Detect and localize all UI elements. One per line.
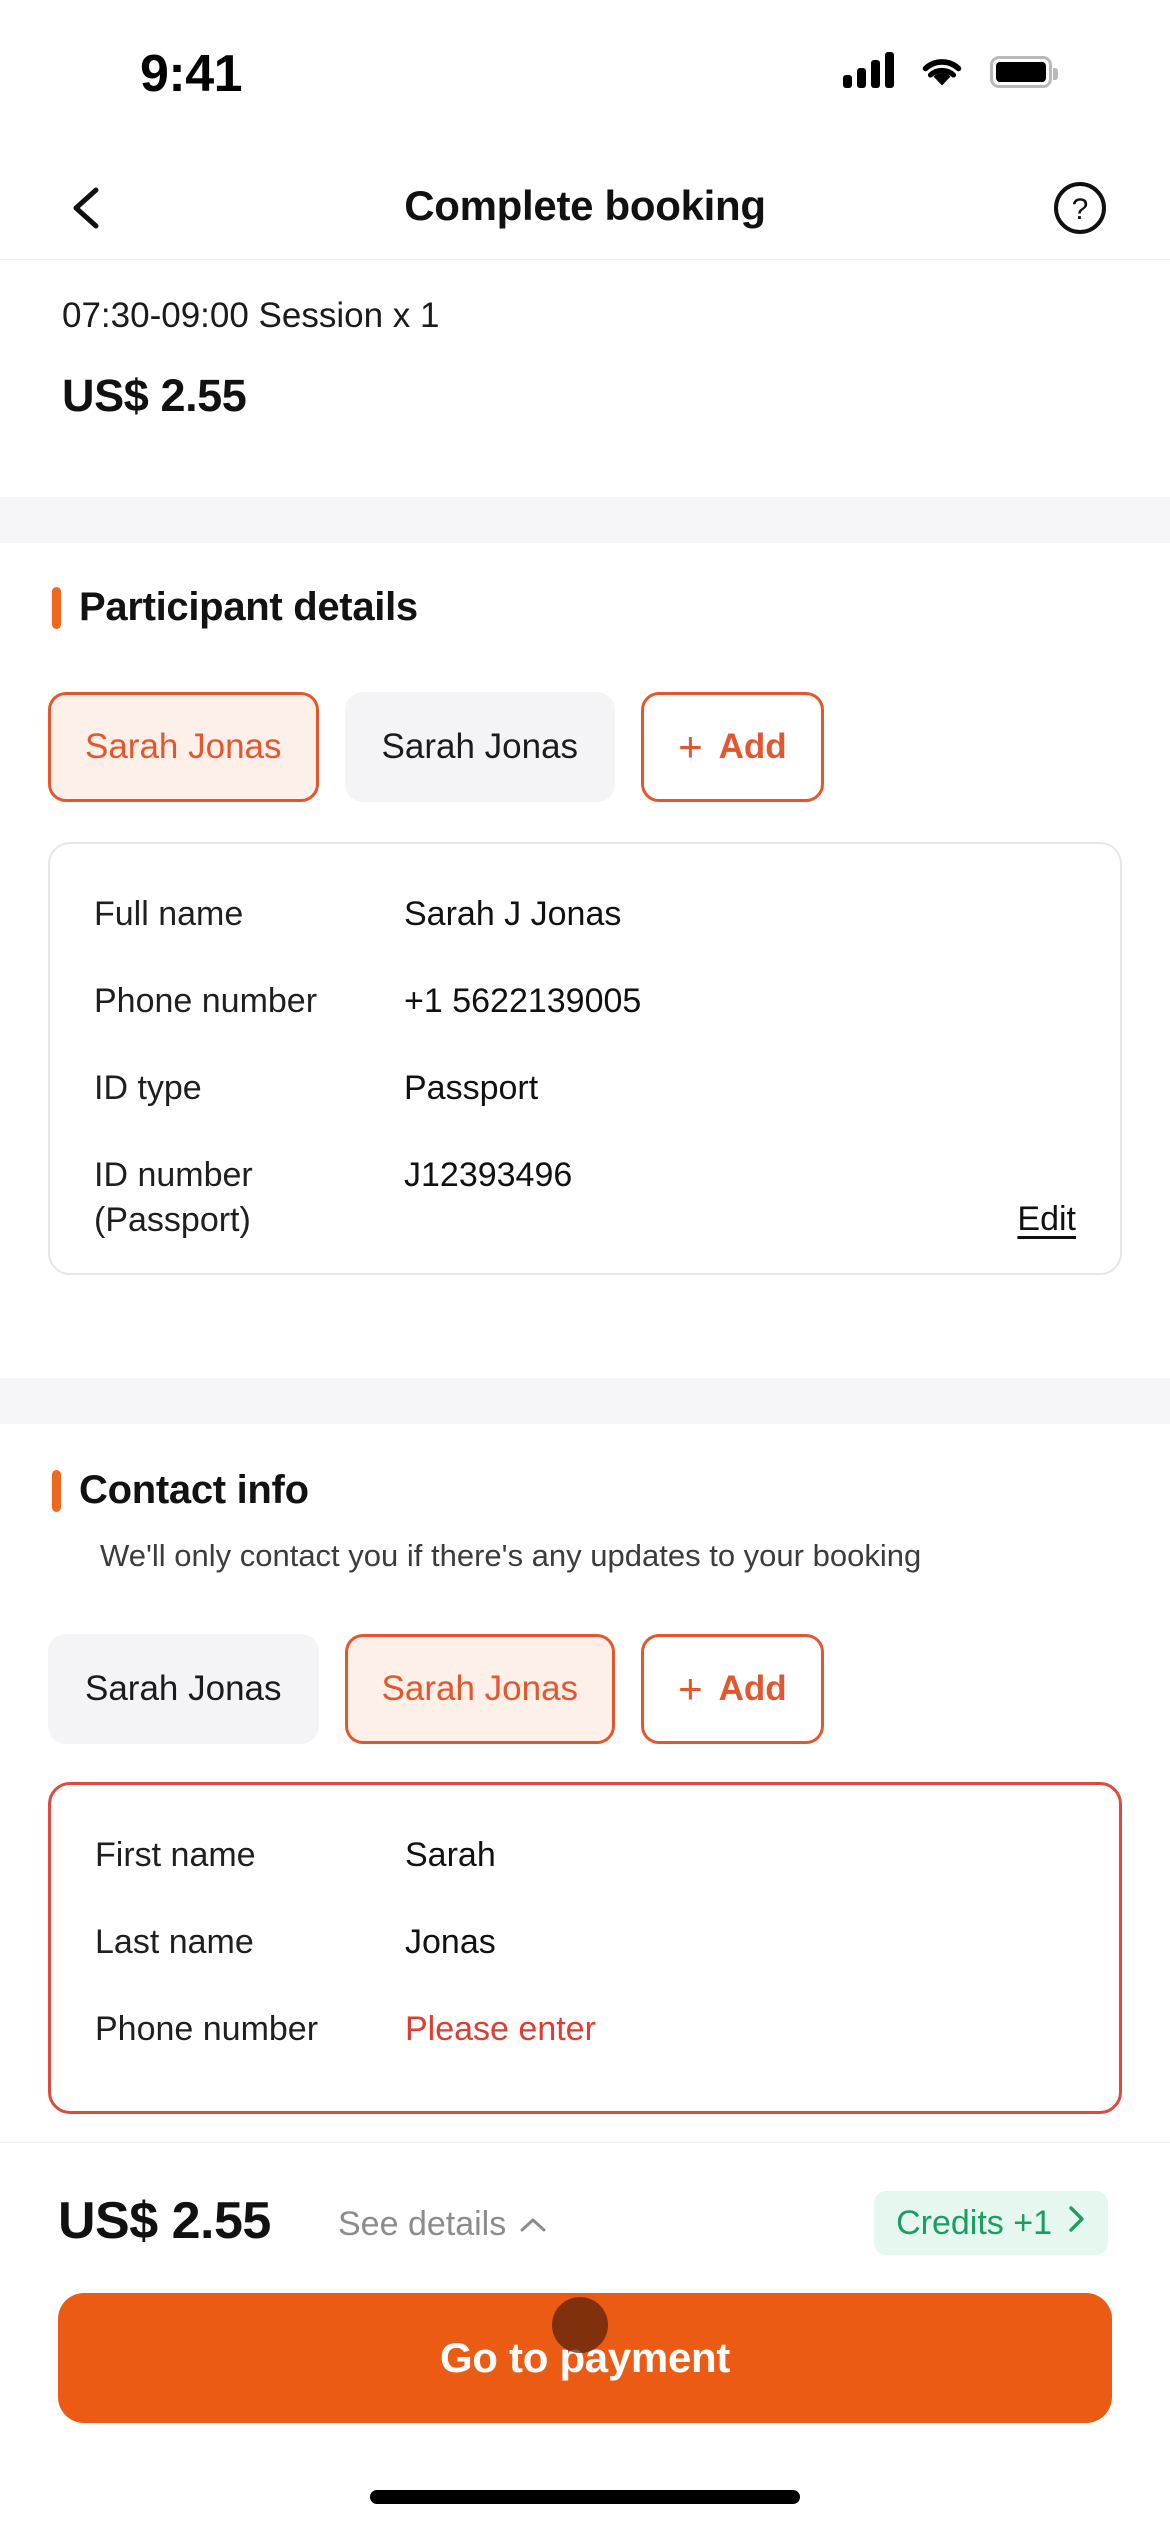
chip-label: Sarah Jonas [381, 727, 579, 766]
plus-icon: + [678, 1664, 703, 1712]
participant-details-section: Participant details Sarah Jonas Sarah Jo… [0, 585, 1170, 1276]
total-price: US$ 2.55 [58, 2192, 271, 2250]
field-label: ID type [94, 1068, 202, 1107]
contact-field-row[interactable]: First name Sarah [95, 1833, 1075, 1878]
participant-chip-0[interactable]: Sarah Jonas [48, 692, 319, 802]
phone-screen: 9:41 Complete booking ? 07:30-09:00 Sess… [0, 0, 1170, 2532]
svg-text:?: ? [1072, 193, 1089, 226]
wifi-icon [920, 54, 964, 88]
participant-info-card: Full name Sarah J Jonas Phone number +1 … [48, 842, 1122, 1276]
field-value: Jonas [405, 1922, 496, 1961]
chip-label: Add [718, 727, 787, 766]
credits-button[interactable]: Credits +1 [874, 2191, 1108, 2255]
chip-label: Sarah Jonas [85, 727, 282, 766]
contact-field-row[interactable]: Phone number Please enter [95, 2007, 1075, 2052]
chip-label: Sarah Jonas [381, 1668, 579, 1708]
participant-field-row: Full name Sarah J Jonas [94, 892, 1076, 937]
field-value: J12393496 [404, 1155, 573, 1194]
credits-label: Credits +1 [896, 2203, 1052, 2242]
contact-chip-1[interactable]: Sarah Jonas [344, 1633, 616, 1744]
contact-section-subtitle: We'll only contact you if there's any up… [100, 1538, 922, 1573]
page-title: Complete booking [404, 182, 766, 229]
chevron-up-icon [518, 2205, 548, 2244]
contact-info-card: First name Sarah Last name Jonas Phone n… [48, 1781, 1122, 2115]
participant-chip-1[interactable]: Sarah Jonas [344, 692, 616, 802]
field-label: First name [95, 1835, 256, 1874]
home-indicator [370, 2490, 800, 2504]
field-error-value: Please enter [405, 2009, 596, 2048]
session-label: 07:30-09:00 Session x 1 [62, 296, 440, 335]
help-circle-icon[interactable]: ? [1052, 180, 1108, 236]
contact-section-header: Contact info [52, 1468, 1170, 1513]
chip-label: Sarah Jonas [85, 1668, 282, 1708]
status-bar-time: 9:41 [140, 45, 243, 103]
section-accent-bar [52, 586, 61, 629]
field-value: +1 5622139005 [404, 981, 642, 1020]
chip-label: Add [718, 1668, 787, 1708]
participant-section-title: Participant details [79, 585, 418, 629]
nav-bar: Complete booking ? [0, 152, 1170, 260]
contact-info-section: Contact info We'll only contact you if t… [0, 1468, 1170, 2115]
see-details-button[interactable]: See details [338, 2205, 548, 2244]
contact-section-title: Contact info [79, 1468, 309, 1512]
plus-icon: + [678, 723, 703, 770]
field-label: Full name [94, 895, 244, 933]
field-label: ID number (Passport) [94, 1155, 253, 1239]
field-value: Passport [404, 1068, 539, 1107]
section-divider [0, 1378, 1170, 1424]
contact-add-chip[interactable]: + Add [641, 1633, 824, 1744]
contact-chip-row: Sarah Jonas Sarah Jonas + Add [48, 1633, 1170, 1744]
contact-chip-0[interactable]: Sarah Jonas [48, 1633, 319, 1744]
signal-bars-icon [843, 52, 894, 88]
field-label: Phone number [95, 2009, 319, 2048]
participant-chip-row: Sarah Jonas Sarah Jonas + Add [48, 692, 1170, 802]
bottom-action-bar: US$ 2.55 See details Credits +1 Go to pa… [0, 2142, 1170, 2532]
participant-field-row: ID type Passport [94, 1066, 1076, 1111]
contact-field-row[interactable]: Last name Jonas [95, 1920, 1075, 1965]
section-accent-bar [52, 1469, 61, 1512]
field-value: Sarah [405, 1835, 496, 1874]
chevron-right-icon [1066, 2204, 1086, 2243]
edit-participant-button[interactable]: Edit [1017, 1200, 1076, 1239]
participant-add-chip[interactable]: + Add [641, 692, 824, 802]
status-bar: 9:41 [0, 0, 1170, 152]
field-label: Phone number [94, 981, 318, 1020]
battery-full-icon [990, 56, 1058, 88]
section-divider [0, 497, 1170, 543]
go-to-payment-button[interactable]: Go to payment [58, 2293, 1112, 2423]
session-summary: 07:30-09:00 Session x 1 US$ 2.55 [62, 296, 439, 422]
participant-section-header: Participant details [52, 585, 1170, 630]
see-details-label: See details [338, 2205, 507, 2243]
session-price: US$ 2.55 [62, 370, 247, 421]
field-label: Last name [95, 1922, 254, 1961]
field-value: Sarah J Jonas [404, 895, 622, 933]
participant-field-row: Phone number +1 5622139005 [94, 979, 1076, 1024]
status-bar-icons [843, 52, 1058, 88]
